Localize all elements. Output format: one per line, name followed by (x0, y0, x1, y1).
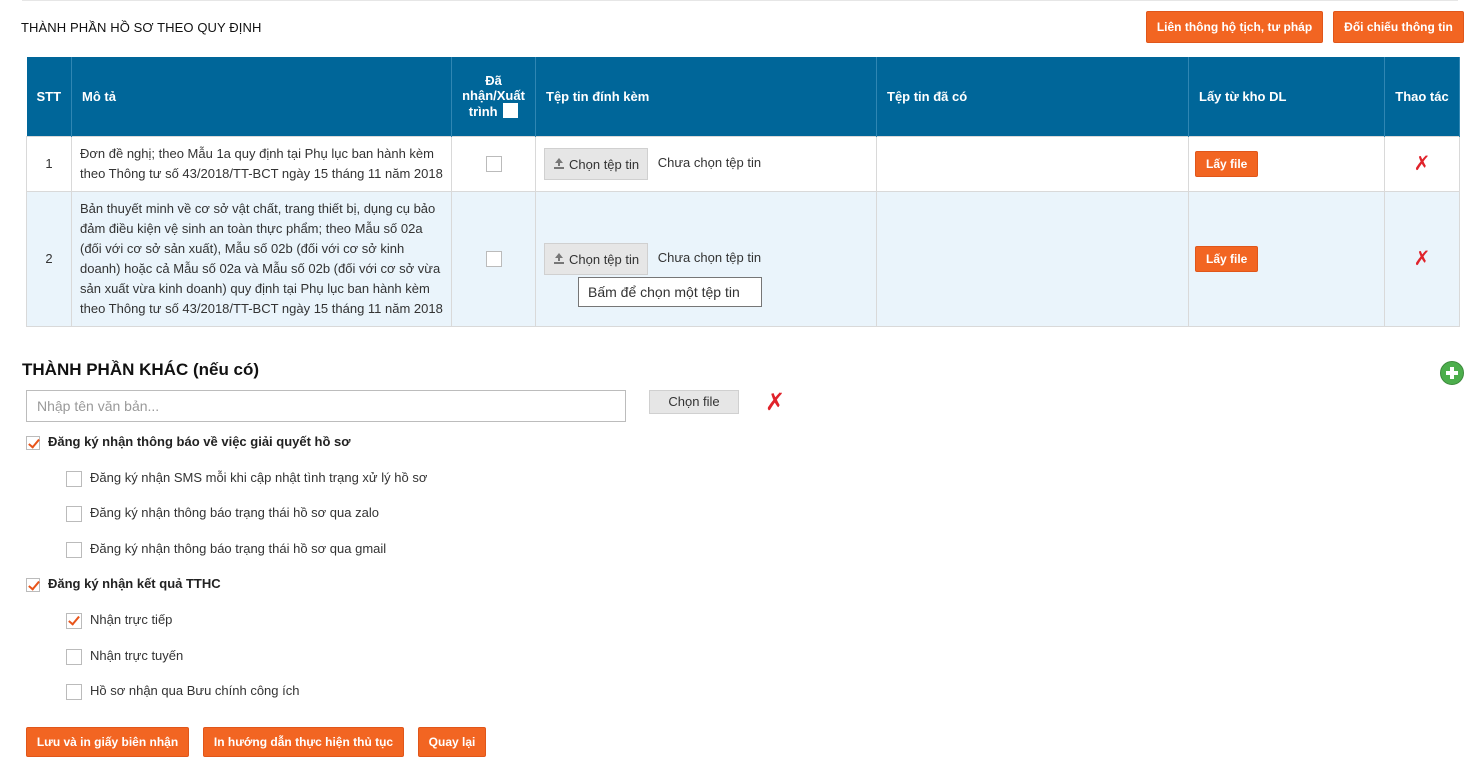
result-post-label: Hồ sơ nhận qua Bưu chính công ích (90, 683, 300, 698)
result-group-option[interactable]: Đăng ký nhận kết quả TTHC (26, 576, 221, 592)
notify-sms-checkbox[interactable] (66, 470, 82, 487)
result-post-option[interactable]: Hồ sơ nhận qua Bưu chính công ích (66, 683, 299, 700)
row-existing-file-cell (876, 190, 1189, 327)
header-da-nhan: Đã nhận/Xuất trình (451, 57, 536, 136)
row-description: Đơn đề nghị; theo Mẫu 1a quy định tại Ph… (71, 135, 452, 192)
delete-icon[interactable]: ✗ (1414, 249, 1431, 269)
result-online-option[interactable]: Nhận trực tuyến (66, 648, 183, 665)
back-button[interactable]: Quay lại (418, 727, 486, 757)
row-stt: 1 (26, 135, 72, 192)
result-group-checkbox[interactable] (26, 577, 40, 592)
notify-zalo-checkbox[interactable] (66, 505, 82, 522)
notify-group-label: Đăng ký nhận thông báo về việc giải quyế… (48, 434, 351, 449)
upload-icon (553, 252, 565, 265)
no-file-text: Chưa chọn tệp tin (657, 154, 762, 170)
top-divider (22, 0, 1458, 1)
notify-sms-label: Đăng ký nhận SMS mỗi khi cập nhật tình t… (90, 470, 428, 485)
delete-other-icon[interactable]: ✗ (765, 388, 785, 417)
row-attachment-cell: Chọn tệp tin Chưa chọn tệp tin (535, 135, 877, 192)
lien-thong-button[interactable]: Liên thông hộ tịch, tư pháp (1146, 11, 1323, 43)
table-header-row: STT Mô tả Đã nhận/Xuất trình Tệp tin đín… (26, 57, 1460, 136)
header-lay-tu-kho: Lấy từ kho DL (1188, 57, 1385, 136)
header-thao-tac: Thao tác (1384, 57, 1460, 136)
delete-icon[interactable]: ✗ (1414, 154, 1431, 174)
notify-sms-option[interactable]: Đăng ký nhận SMS mỗi khi cập nhật tình t… (66, 470, 427, 487)
result-online-label: Nhận trực tuyến (90, 648, 184, 663)
get-file-button[interactable]: Lấy file (1195, 245, 1259, 272)
choose-file-button[interactable]: Chọn tệp tin (544, 147, 649, 180)
choose-file-button-other[interactable]: Chọn file (649, 390, 739, 414)
notify-gmail-option[interactable]: Đăng ký nhận thông báo trạng thái hồ sơ … (66, 541, 386, 558)
row-repository-cell: Lấy file (1188, 190, 1385, 327)
section-title: THÀNH PHẦN HỒ SƠ THEO QUY ĐỊNH (21, 20, 262, 35)
header-tep-da-co: Tệp tin đã có (876, 57, 1189, 136)
notify-gmail-label: Đăng ký nhận thông báo trạng thái hồ sơ … (90, 541, 387, 556)
received-checkbox[interactable] (485, 155, 502, 172)
result-group-label: Đăng ký nhận kết quả TTHC (48, 576, 221, 591)
received-checkbox[interactable] (485, 250, 502, 267)
notify-zalo-option[interactable]: Đăng ký nhận thông báo trạng thái hồ sơ … (66, 505, 379, 522)
notify-zalo-label: Đăng ký nhận thông báo trạng thái hồ sơ … (90, 505, 379, 520)
result-post-checkbox[interactable] (66, 683, 82, 700)
get-file-button[interactable]: Lấy file (1195, 150, 1259, 177)
row-received-cell (451, 190, 536, 327)
add-icon[interactable] (1440, 361, 1464, 385)
row-stt: 2 (26, 190, 72, 327)
result-direct-checkbox[interactable] (66, 612, 82, 629)
notify-gmail-checkbox[interactable] (66, 541, 82, 558)
row-description: Bản thuyết minh về cơ sở vật chất, trang… (71, 190, 452, 327)
header-tep-dinh-kem: Tệp tin đính kèm (535, 57, 877, 136)
row-action-cell: ✗ (1384, 190, 1460, 327)
file-tooltip: Bấm để chọn một tệp tin (578, 277, 762, 307)
row-existing-file-cell (876, 135, 1189, 192)
result-direct-option[interactable]: Nhận trực tiếp (66, 612, 172, 629)
upload-icon (553, 157, 565, 170)
document-name-input[interactable]: Nhập tên văn bản... (26, 390, 626, 422)
header-mo-ta: Mô tả (71, 57, 452, 136)
other-components-title: THÀNH PHẦN KHÁC (nếu có) (22, 360, 260, 379)
result-online-checkbox[interactable] (66, 648, 82, 665)
notify-group-checkbox[interactable] (26, 435, 40, 450)
notify-group-option[interactable]: Đăng ký nhận thông báo về việc giải quyế… (26, 434, 351, 450)
choose-file-button[interactable]: Chọn tệp tin (544, 242, 649, 275)
save-print-button[interactable]: Lưu và in giấy biên nhận (26, 727, 189, 757)
select-all-checkbox[interactable] (503, 103, 519, 119)
print-guide-button[interactable]: In hướng dẫn thực hiện thủ tục (203, 727, 404, 757)
no-file-text: Chưa chọn tệp tin (657, 249, 762, 265)
row-received-cell (451, 135, 536, 192)
row-action-cell: ✗ (1384, 135, 1460, 192)
header-stt: STT (26, 57, 72, 136)
result-direct-label: Nhận trực tiếp (90, 612, 173, 627)
row-repository-cell: Lấy file (1188, 135, 1385, 192)
doi-chieu-button[interactable]: Đối chiếu thông tin (1333, 11, 1464, 43)
table-row: 1 Đơn đề nghị; theo Mẫu 1a quy định tại … (26, 135, 1460, 192)
